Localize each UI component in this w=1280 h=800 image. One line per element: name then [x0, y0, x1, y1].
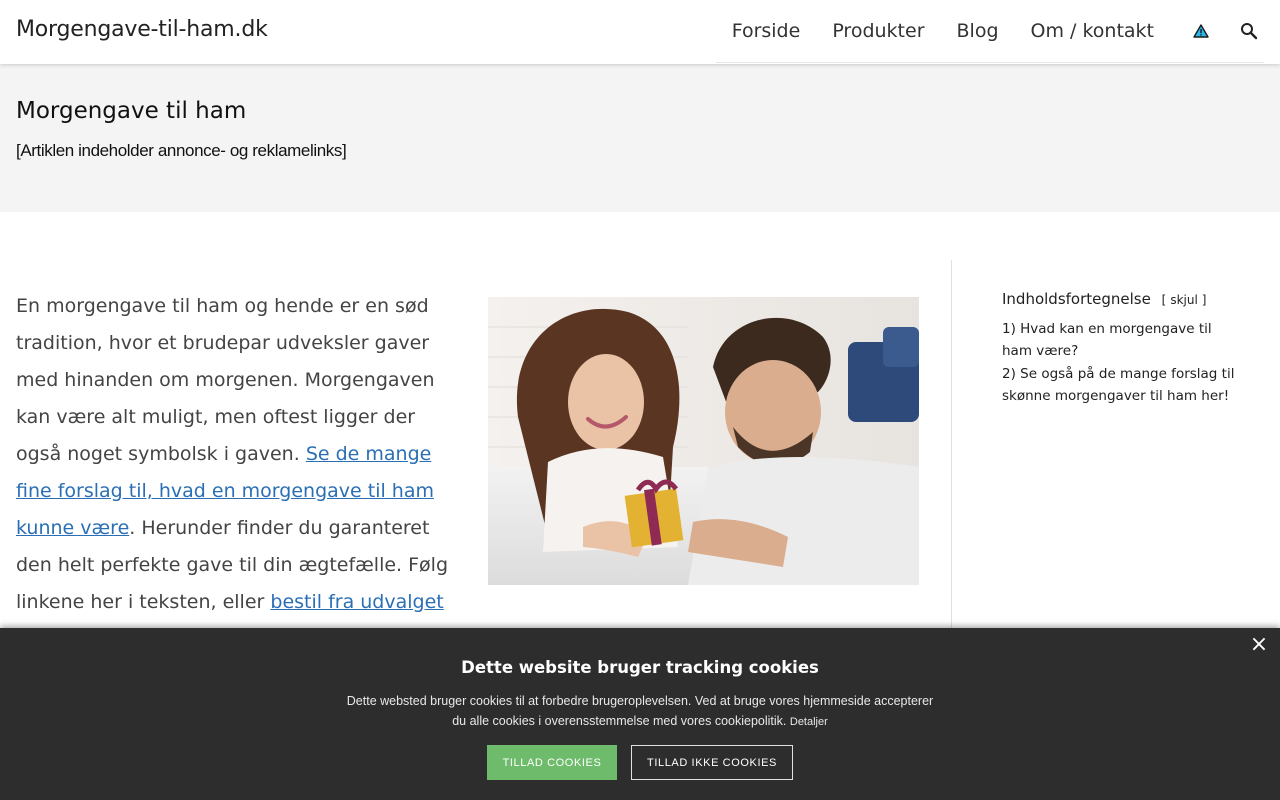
main-nav: Forside Produkter Blog Om / kontakt: [715, 0, 1264, 63]
toc-item: 1) Hvad kan en morgengave til ham være?: [1002, 318, 1242, 362]
toc-item: 2) Se også på de mange forslag til skønn…: [1002, 363, 1242, 407]
toc-toggle: [skjul]: [1162, 293, 1207, 307]
cookie-details-link[interactable]: Detaljer: [790, 716, 828, 728]
deny-cookies-button[interactable]: TILLAD IKKE COOKIES: [631, 745, 793, 780]
ad-disclaimer: [Artiklen indeholder annonce- og reklame…: [16, 141, 347, 160]
cookie-banner: × Dette website bruger tracking cookies …: [0, 628, 1280, 800]
toc-item-link-1[interactable]: 1) Hvad kan en morgengave til ham være?: [1002, 321, 1212, 359]
cookie-text-block: Dette websted bruger cookies til at forb…: [340, 691, 940, 732]
nav-item-forside[interactable]: Forside: [732, 20, 801, 42]
site-title-link[interactable]: Morgengave-til-ham.dk: [16, 17, 268, 42]
toc-item-link-2[interactable]: 2) Se også på de mange forslag til skønn…: [1002, 366, 1234, 404]
sidebar-divider: [951, 260, 952, 630]
allow-cookies-button[interactable]: TILLAD COOKIES: [487, 745, 617, 780]
site-header: Morgengave-til-ham.dk Forside Produkter …: [0, 0, 1280, 64]
page-title: Morgengave til ham: [16, 98, 247, 124]
nav-item-om-kontakt[interactable]: Om / kontakt: [1031, 20, 1154, 42]
cookie-text: Dette websted bruger cookies til at forb…: [346, 694, 934, 728]
toc-heading: Indholdsfortegnelse: [1002, 290, 1151, 308]
nav-item-blog[interactable]: Blog: [957, 20, 999, 42]
toc-header: Indholdsfortegnelse [skjul]: [1002, 290, 1242, 308]
article-intro: En morgengave til ham og hende er en sød…: [16, 288, 452, 658]
warning-icon[interactable]: [1186, 16, 1216, 46]
page-title-band: Morgengave til ham [Artiklen indeholder …: [0, 64, 1280, 212]
toc-toggle-close-bracket: ]: [1201, 293, 1207, 307]
toc-hide-link[interactable]: skjul: [1166, 293, 1201, 307]
article-text-1: En morgengave til ham og hende er en sød…: [16, 295, 435, 465]
cookie-title: Dette website bruger tracking cookies: [461, 658, 819, 677]
toc-list: 1) Hvad kan en morgengave til ham være? …: [1002, 318, 1242, 407]
table-of-contents: Indholdsfortegnelse [skjul] 1) Hvad kan …: [1002, 290, 1242, 408]
search-icon[interactable]: [1234, 16, 1264, 46]
couple-gift-photo: [488, 297, 919, 585]
nav-item-produkter[interactable]: Produkter: [832, 20, 924, 42]
close-icon[interactable]: ×: [1248, 634, 1270, 656]
